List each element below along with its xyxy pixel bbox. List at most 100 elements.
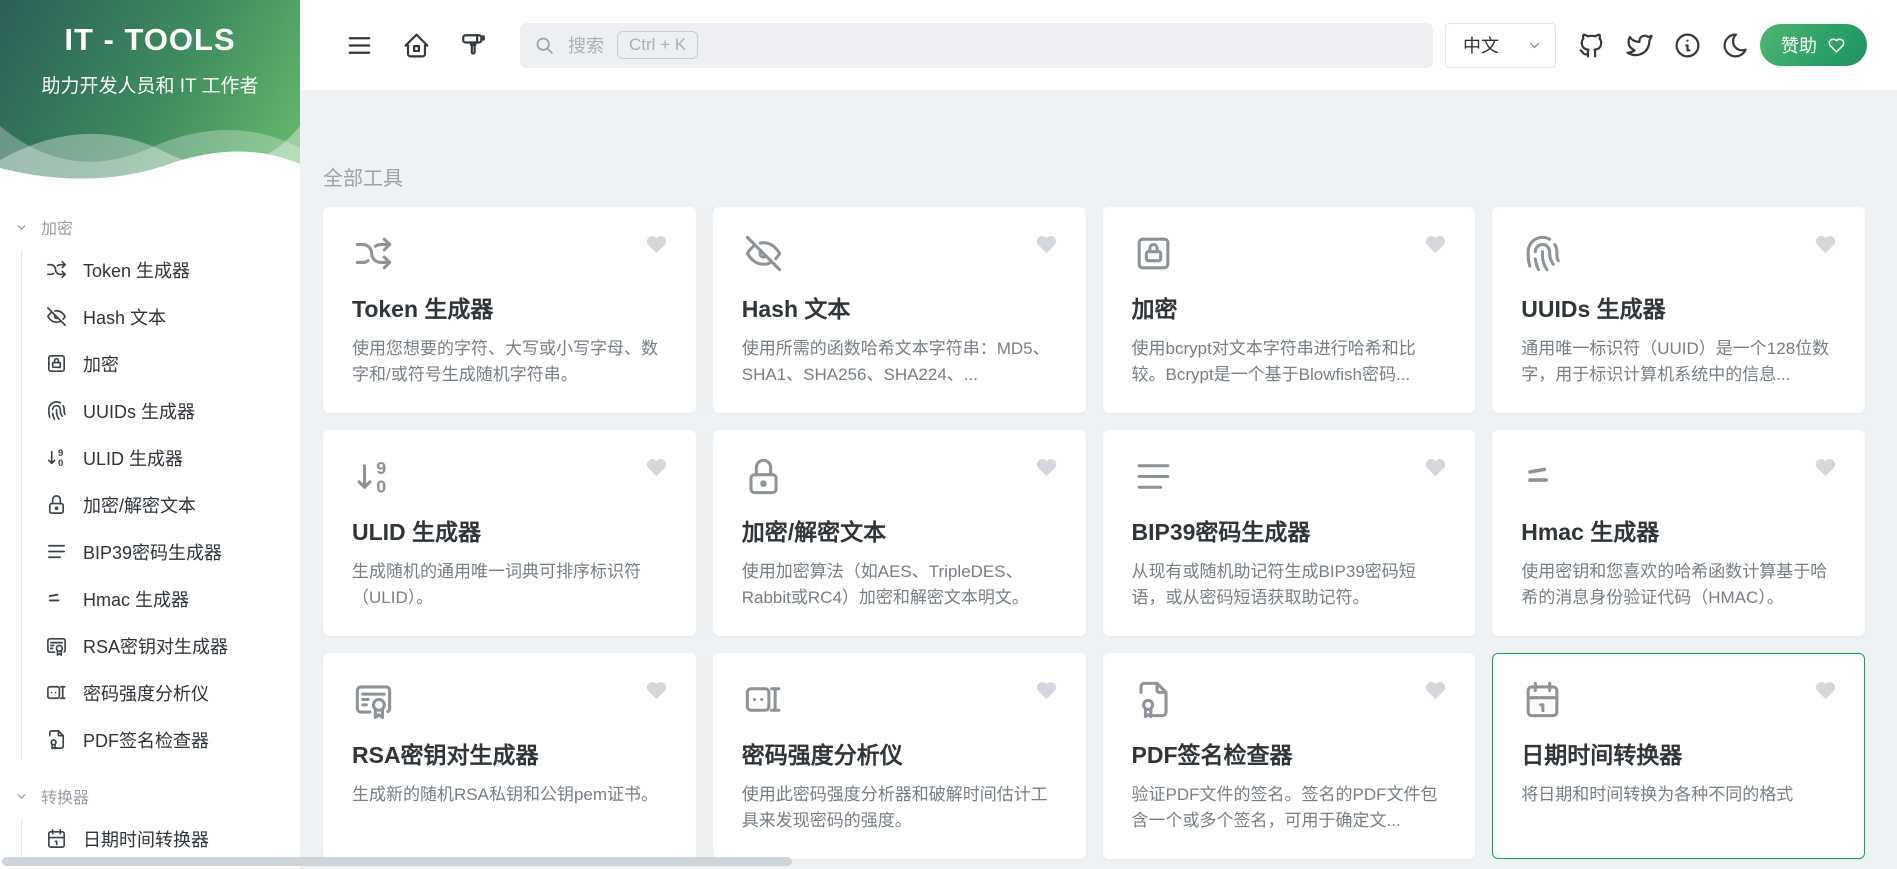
- wave-decoration: [0, 96, 300, 192]
- tool-card[interactable]: 密码强度分析仪 使用此密码强度分析器和破解时间估计工具来发现密码的强度。: [713, 653, 1086, 859]
- paint-brush-icon: [459, 31, 488, 60]
- twitter-icon: [1625, 31, 1654, 60]
- horizontal-scrollbar[interactable]: [2, 857, 792, 866]
- sidebar-item[interactable]: RSA密钥对生成器: [0, 622, 300, 669]
- calendar-icon: [45, 827, 68, 850]
- tool-card[interactable]: Hash 文本 使用所需的函数哈希文本字符串：MD5、SHA1、SHA256、S…: [713, 207, 1086, 413]
- tool-card-title: BIP39密码生成器: [1132, 513, 1447, 547]
- main-area: 搜索 Ctrl + K 中文 赞助: [300, 0, 1897, 869]
- tool-card-description: 使用您想要的字符、大写或小写字母、数字和/或符号生成随机字符串。: [352, 336, 667, 389]
- tool-card-description: 验证PDF文件的签名。签名的PDF文件包含一个或多个签名，可用于确定文...: [1132, 782, 1447, 835]
- sidebar-item[interactable]: UUIDs 生成器: [0, 387, 300, 434]
- tool-card-title: Hmac 生成器: [1521, 513, 1836, 547]
- sidebar-section-header[interactable]: 加密: [0, 208, 300, 246]
- theme-button[interactable]: [456, 28, 490, 62]
- tool-card[interactable]: Hmac 生成器 使用密钥和您喜欢的哈希函数计算基于哈希的消息身份验证代码（HM…: [1492, 430, 1865, 636]
- home-icon: [402, 31, 431, 60]
- tool-card[interactable]: PDF签名检查器 验证PDF文件的签名。签名的PDF文件包含一个或多个签名，可用…: [1103, 653, 1476, 859]
- sidebar-item[interactable]: 密码强度分析仪: [0, 669, 300, 716]
- svg-text:9: 9: [376, 458, 386, 478]
- sidebar-item-label: ULID 生成器: [83, 445, 183, 471]
- sponsor-label: 赞助: [1781, 32, 1817, 58]
- sidebar-item[interactable]: BIP39密码生成器: [0, 528, 300, 575]
- sidebar-item[interactable]: 日期时间转换器: [0, 815, 300, 862]
- sidebar-item[interactable]: Hmac 生成器: [0, 575, 300, 622]
- favorite-heart-icon[interactable]: [645, 679, 668, 702]
- tool-card-description: 使用bcrypt对文本字符串进行哈希和比较。Bcrypt是一个基于Blowfis…: [1132, 336, 1447, 389]
- page-title: 全部工具: [323, 162, 1865, 191]
- tool-card-title: PDF签名检查器: [1132, 736, 1447, 770]
- tool-card-title: 加密: [1132, 290, 1447, 324]
- shuffle-icon: [45, 258, 68, 281]
- favorite-heart-icon[interactable]: [1814, 233, 1837, 256]
- sidebar-section-items: 日期时间转换器: [0, 815, 300, 862]
- sidebar-item-label: BIP39密码生成器: [83, 539, 222, 565]
- tool-card[interactable]: 90 ULID 生成器 生成随机的通用唯一词典可排序标识符（ULID）。: [323, 430, 696, 636]
- certificate-icon: [352, 678, 395, 721]
- home-button[interactable]: [399, 28, 433, 62]
- sidebar-item[interactable]: 加密: [0, 340, 300, 387]
- menu-toggle-button[interactable]: [342, 28, 376, 62]
- tool-card-title: 日期时间转换器: [1521, 736, 1836, 770]
- sidebar-section-header[interactable]: 转换器: [0, 777, 300, 815]
- sidebar-item-label: 加密/解密文本: [83, 492, 196, 518]
- favorite-heart-icon[interactable]: [1035, 456, 1058, 479]
- sidebar-item[interactable]: Hash 文本: [0, 293, 300, 340]
- tool-card[interactable]: UUIDs 生成器 通用唯一标识符（UUID）是一个128位数字，用于标识计算机…: [1492, 207, 1865, 413]
- password-icon: [742, 678, 785, 721]
- tool-card[interactable]: RSA密钥对生成器 生成新的随机RSA私钥和公钥pem证书。: [323, 653, 696, 859]
- tools-grid: Token 生成器 使用您想要的字符、大写或小写字母、数字和/或符号生成随机字符…: [323, 207, 1865, 859]
- sidebar-item-label: RSA密钥对生成器: [83, 633, 228, 659]
- align-justified-icon: [45, 540, 68, 563]
- sidebar-item[interactable]: Token 生成器: [0, 246, 300, 293]
- tool-card[interactable]: 加密/解密文本 使用加密算法（如AES、TripleDES、Rabbit或RC4…: [713, 430, 1086, 636]
- tool-card-description: 使用此密码强度分析器和破解时间估计工具来发现密码的强度。: [742, 782, 1057, 835]
- favorite-heart-icon[interactable]: [645, 233, 668, 256]
- tool-card-title: Hash 文本: [742, 290, 1057, 324]
- dark-mode-button[interactable]: [1718, 28, 1752, 62]
- search-input[interactable]: 搜索 Ctrl + K: [520, 23, 1433, 68]
- search-placeholder: 搜索: [568, 32, 604, 58]
- heart-icon: [1827, 36, 1846, 55]
- twitter-button[interactable]: [1622, 28, 1656, 62]
- tool-card[interactable]: 加密 使用bcrypt对文本字符串进行哈希和比较。Bcrypt是一个基于Blow…: [1103, 207, 1476, 413]
- sidebar-item-label: 日期时间转换器: [83, 826, 209, 852]
- content-area: 全部工具 Token 生成器 使用您想要的字符、大写或小写字母、数字和/或符号生…: [300, 90, 1897, 869]
- sidebar-item-label: PDF签名检查器: [83, 727, 209, 753]
- short-lines-icon: [1521, 455, 1564, 498]
- tool-card[interactable]: 日期时间转换器 将日期和时间转换为各种不同的格式: [1492, 653, 1865, 859]
- sidebar-item-label: 加密: [83, 351, 119, 377]
- about-button[interactable]: [1670, 28, 1704, 62]
- tool-card[interactable]: Token 生成器 使用您想要的字符、大写或小写字母、数字和/或符号生成随机字符…: [323, 207, 696, 413]
- github-button[interactable]: [1574, 28, 1608, 62]
- tool-card-description: 生成随机的通用唯一词典可排序标识符（ULID）。: [352, 559, 667, 612]
- tool-card-description: 从现有或随机助记符生成BIP39密码短语，或从密码短语获取助记符。: [1132, 559, 1447, 612]
- favorite-heart-icon[interactable]: [1814, 679, 1837, 702]
- favorite-heart-icon[interactable]: [1424, 456, 1447, 479]
- svg-text:0: 0: [376, 477, 386, 497]
- favorite-heart-icon[interactable]: [1814, 456, 1837, 479]
- sidebar-item[interactable]: PDF签名检查器: [0, 716, 300, 763]
- align-justified-icon: [1132, 455, 1175, 498]
- language-select[interactable]: 中文: [1445, 23, 1556, 68]
- sponsor-button[interactable]: 赞助: [1760, 24, 1867, 66]
- lock-icon: [45, 493, 68, 516]
- sidebar-item[interactable]: 90 ULID 生成器: [0, 434, 300, 481]
- sidebar-section-items: Token 生成器 Hash 文本 加密 UUIDs 生成器 90 ULID 生…: [0, 246, 300, 763]
- tool-card-title: 密码强度分析仪: [742, 736, 1057, 770]
- tool-card[interactable]: BIP39密码生成器 从现有或随机助记符生成BIP39密码短语，或从密码短语获取…: [1103, 430, 1476, 636]
- info-icon: [1673, 31, 1702, 60]
- favorite-heart-icon[interactable]: [645, 456, 668, 479]
- tool-card-title: 加密/解密文本: [742, 513, 1057, 547]
- fingerprint-icon: [45, 399, 68, 422]
- sidebar-item[interactable]: 加密/解密文本: [0, 481, 300, 528]
- sidebar-section: 加密 Token 生成器 Hash 文本 加密 UUIDs 生成器 90 ULI…: [0, 208, 300, 763]
- sidebar-section-label: 转换器: [41, 784, 89, 808]
- calendar-icon: [1521, 678, 1564, 721]
- favorite-heart-icon[interactable]: [1035, 679, 1058, 702]
- favorite-heart-icon[interactable]: [1424, 679, 1447, 702]
- favorite-heart-icon[interactable]: [1035, 233, 1058, 256]
- favorite-heart-icon[interactable]: [1424, 233, 1447, 256]
- sidebar-item-label: Hash 文本: [83, 304, 166, 330]
- sidebar-nav: 加密 Token 生成器 Hash 文本 加密 UUIDs 生成器 90 ULI…: [0, 192, 300, 862]
